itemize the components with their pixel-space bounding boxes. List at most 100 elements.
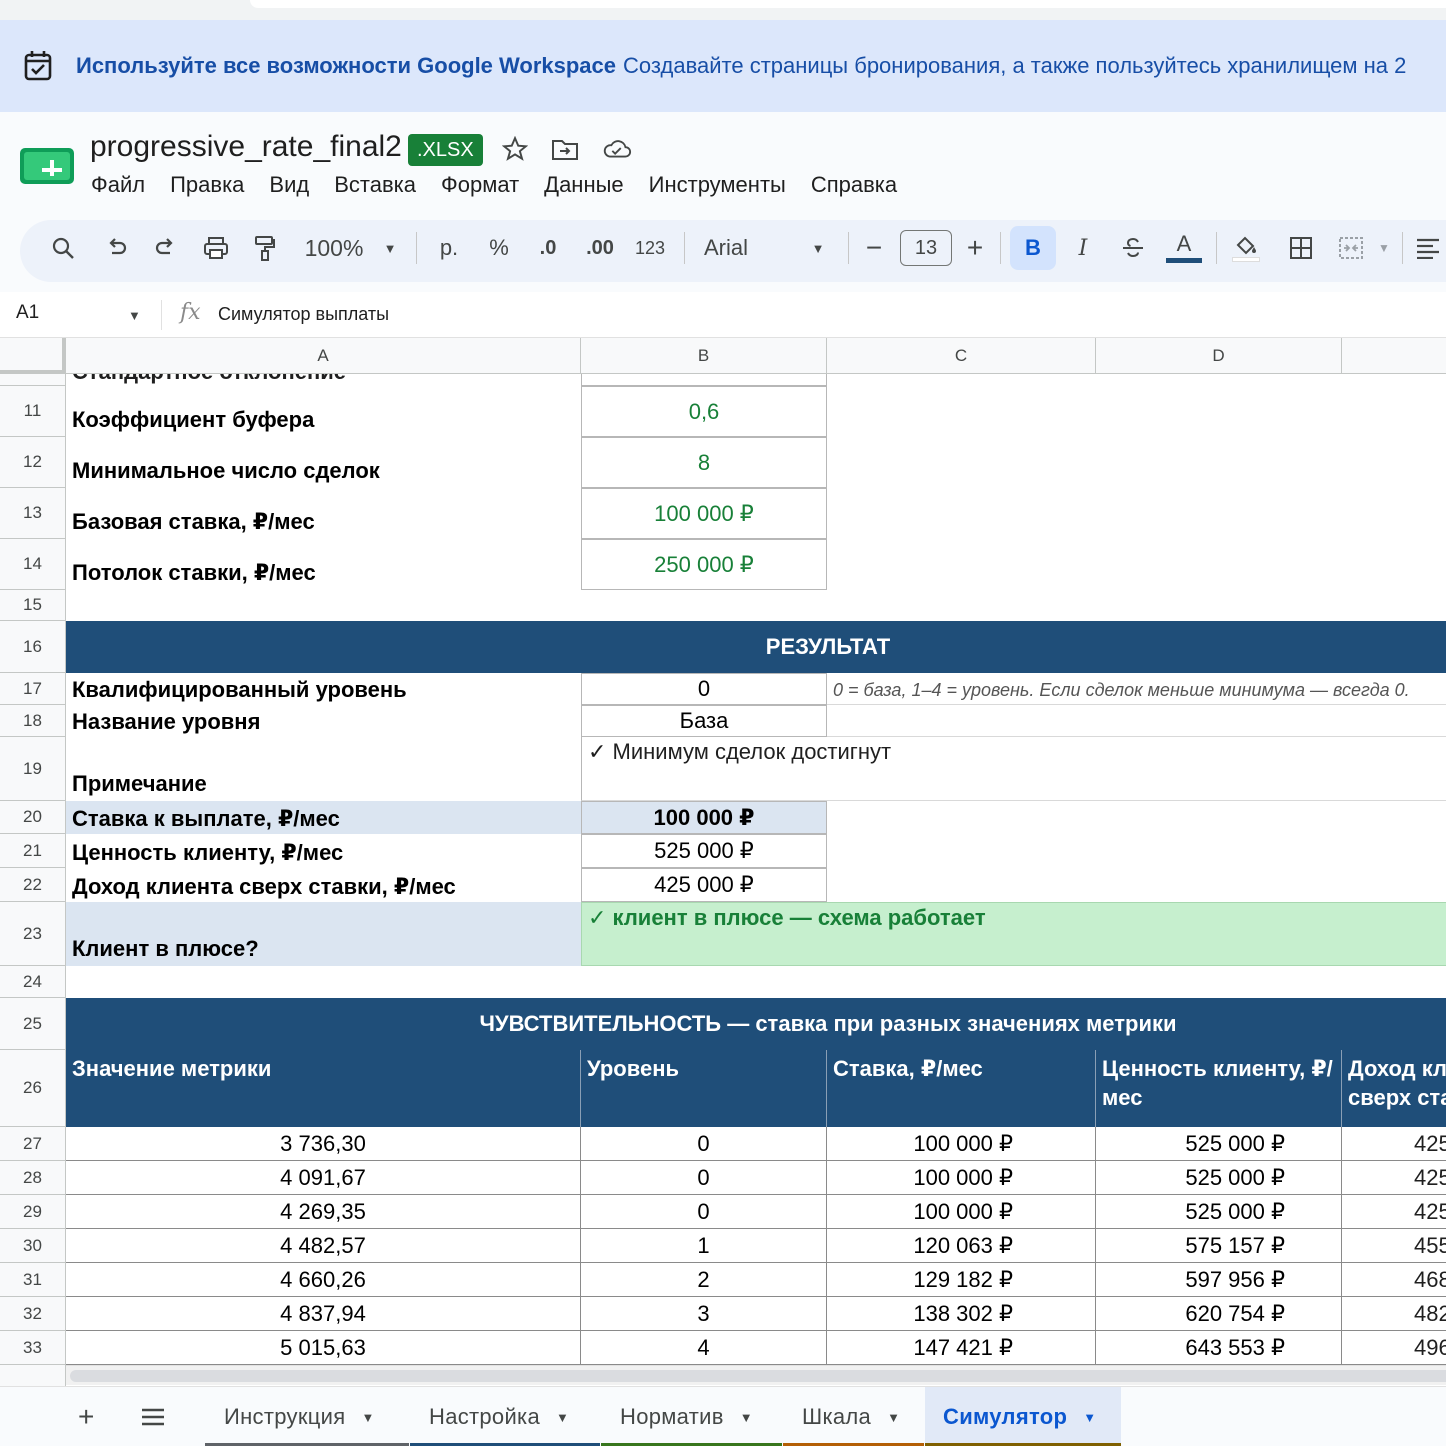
table-cell-rate[interactable]: 120 063 ₽ (827, 1229, 1096, 1263)
redo-icon[interactable] (150, 230, 180, 266)
qualified-level-note-cell[interactable]: 0 = база, 1–4 = уровень. Если сделок мен… (827, 673, 1446, 705)
table-cell-metric[interactable]: 5 015,63 (66, 1331, 581, 1365)
row-header[interactable]: 20 (0, 801, 66, 834)
caret-down-icon[interactable]: ▼ (556, 1410, 569, 1425)
table-cell-client-value[interactable]: 620 754 ₽ (1096, 1297, 1342, 1331)
table-cell-rate[interactable]: 138 302 ₽ (827, 1297, 1096, 1331)
scrollbar-thumb[interactable] (70, 1370, 1446, 1382)
cloud-saved-icon[interactable] (602, 134, 632, 164)
column-header-d[interactable]: D (1096, 338, 1342, 374)
chevron-down-icon[interactable]: ▼ (808, 230, 828, 266)
row-header[interactable]: 24 (0, 966, 66, 998)
table-cell-client-income[interactable]: 455 094 ₽ (1342, 1229, 1446, 1263)
add-sheet-button[interactable]: + (78, 1387, 104, 1446)
row-header[interactable]: 21 (0, 834, 66, 868)
row-header[interactable]: 25 (0, 998, 66, 1050)
menu-insert[interactable]: Вставка (334, 172, 416, 198)
text-color-button[interactable]: A (1164, 230, 1204, 266)
table-header-metric[interactable]: Значение метрики (66, 1050, 581, 1127)
table-cell-client-value[interactable]: 575 157 ₽ (1096, 1229, 1342, 1263)
table-cell-rate[interactable]: 100 000 ₽ (827, 1161, 1096, 1195)
table-cell-client-income[interactable]: 482 452 ₽ (1342, 1297, 1446, 1331)
column-header-c[interactable]: C (827, 338, 1096, 374)
search-icon[interactable] (48, 230, 78, 266)
min-deals-input[interactable]: 8 (581, 437, 827, 488)
increase-decimal-button[interactable]: .00 (580, 230, 620, 266)
italic-button[interactable]: I (1068, 230, 1098, 266)
sheet-tab-norm[interactable]: Норматив ▼ (601, 1387, 782, 1446)
table-cell-client-income[interactable]: 496 132 ₽ (1342, 1331, 1446, 1365)
caret-down-icon[interactable]: ▼ (1083, 1410, 1096, 1425)
star-icon[interactable] (500, 134, 530, 164)
row-header[interactable]: 12 (0, 437, 66, 488)
currency-format-button[interactable]: р. (434, 230, 464, 266)
menu-view[interactable]: Вид (269, 172, 309, 198)
sheet-tab-simulator[interactable]: Симулятор ▼ (925, 1387, 1121, 1446)
zoom-select[interactable]: 100% (300, 230, 368, 266)
chevron-down-icon[interactable]: ▼ (380, 230, 400, 266)
sheet-tab-instruction[interactable]: Инструкция ▼ (205, 1387, 409, 1446)
row-header[interactable]: 29 (0, 1195, 66, 1229)
buffer-coefficient-input[interactable]: 0,6 (581, 386, 827, 437)
workspace-banner[interactable]: Используйте все возможности Google Works… (0, 20, 1446, 112)
column-header-b[interactable]: B (581, 338, 827, 374)
row-header[interactable]: 15 (0, 590, 66, 621)
table-cell-level[interactable]: 1 (581, 1229, 827, 1263)
menu-tools[interactable]: Инструменты (649, 172, 786, 198)
row-header[interactable]: 17 (0, 673, 66, 705)
percent-format-button[interactable]: % (484, 230, 514, 266)
table-cell-client-income[interactable]: 468 774 ₽ (1342, 1263, 1446, 1297)
client-income-value[interactable]: 425 000 ₽ (581, 868, 827, 902)
qualified-level-value[interactable]: 0 (581, 673, 827, 705)
font-size-increase-button[interactable]: + (962, 230, 988, 266)
table-cell-level[interactable]: 0 (581, 1127, 827, 1161)
table-cell-metric[interactable]: 4 269,35 (66, 1195, 581, 1229)
client-positive-value-cell[interactable]: ✓ клиент в плюсе — схема работает (581, 902, 1446, 966)
table-cell-level[interactable]: 3 (581, 1297, 827, 1331)
borders-icon[interactable] (1286, 230, 1316, 266)
caret-down-icon[interactable]: ▼ (887, 1410, 900, 1425)
row-header[interactable]: 27 (0, 1127, 66, 1161)
table-cell-client-income[interactable]: 425 000 ₽ (1342, 1127, 1446, 1161)
sheet-tab-scale[interactable]: Шкала ▼ (783, 1387, 924, 1446)
row-header[interactable]: 13 (0, 488, 66, 539)
row-header[interactable]: 30 (0, 1229, 66, 1263)
more-formats-button[interactable]: 123 (632, 230, 668, 266)
spreadsheet-grid[interactable]: A B C D Стандартное отклонение 11 Коэффи… (0, 338, 1446, 1370)
undo-icon[interactable] (102, 230, 132, 266)
caret-down-icon[interactable]: ▼ (740, 1410, 753, 1425)
row-header[interactable]: 19 (0, 737, 66, 801)
table-header-level[interactable]: Уровень (581, 1050, 827, 1127)
table-header-client-income[interactable]: Доход клиента сверх ставки (1342, 1050, 1446, 1127)
menu-data[interactable]: Данные (544, 172, 623, 198)
table-cell-rate[interactable]: 100 000 ₽ (827, 1127, 1096, 1161)
table-cell-rate[interactable]: 129 182 ₽ (827, 1263, 1096, 1297)
table-cell-rate[interactable]: 100 000 ₽ (827, 1195, 1096, 1229)
column-header-e[interactable] (1342, 338, 1446, 374)
horizontal-scrollbar[interactable] (66, 1365, 1446, 1385)
row-header[interactable] (0, 374, 66, 386)
menu-format[interactable]: Формат (441, 172, 519, 198)
document-title[interactable]: progressive_rate_final2 (90, 130, 402, 164)
client-value-value[interactable]: 525 000 ₽ (581, 834, 827, 868)
table-cell-client-income[interactable]: 425 000 ₽ (1342, 1161, 1446, 1195)
row-header[interactable]: 33 (0, 1331, 66, 1365)
note-value-cell[interactable]: ✓ Минимум сделок достигнут (581, 737, 1446, 801)
table-cell-level[interactable]: 0 (581, 1161, 827, 1195)
sheet-tab-settings[interactable]: Настройка ▼ (410, 1387, 600, 1446)
row-header[interactable]: 26 (0, 1050, 66, 1127)
row-header[interactable]: 32 (0, 1297, 66, 1331)
all-sheets-icon[interactable] (140, 1387, 168, 1446)
font-size-input[interactable]: 13 (900, 230, 952, 266)
table-cell-metric[interactable]: 4 837,94 (66, 1297, 581, 1331)
table-cell-metric[interactable]: 4 660,26 (66, 1263, 581, 1297)
table-cell-client-value[interactable]: 525 000 ₽ (1096, 1195, 1342, 1229)
table-header-client-value[interactable]: Ценность клиенту, ₽/мес (1096, 1050, 1342, 1127)
level-name-value[interactable]: База (581, 705, 827, 737)
table-cell-metric[interactable]: 4 482,57 (66, 1229, 581, 1263)
fill-color-icon[interactable] (1230, 230, 1262, 266)
row-header[interactable]: 23 (0, 902, 66, 966)
row-header[interactable]: 14 (0, 539, 66, 590)
sheets-logo-icon[interactable] (20, 146, 74, 186)
decrease-decimal-button[interactable]: .0 (530, 230, 566, 266)
